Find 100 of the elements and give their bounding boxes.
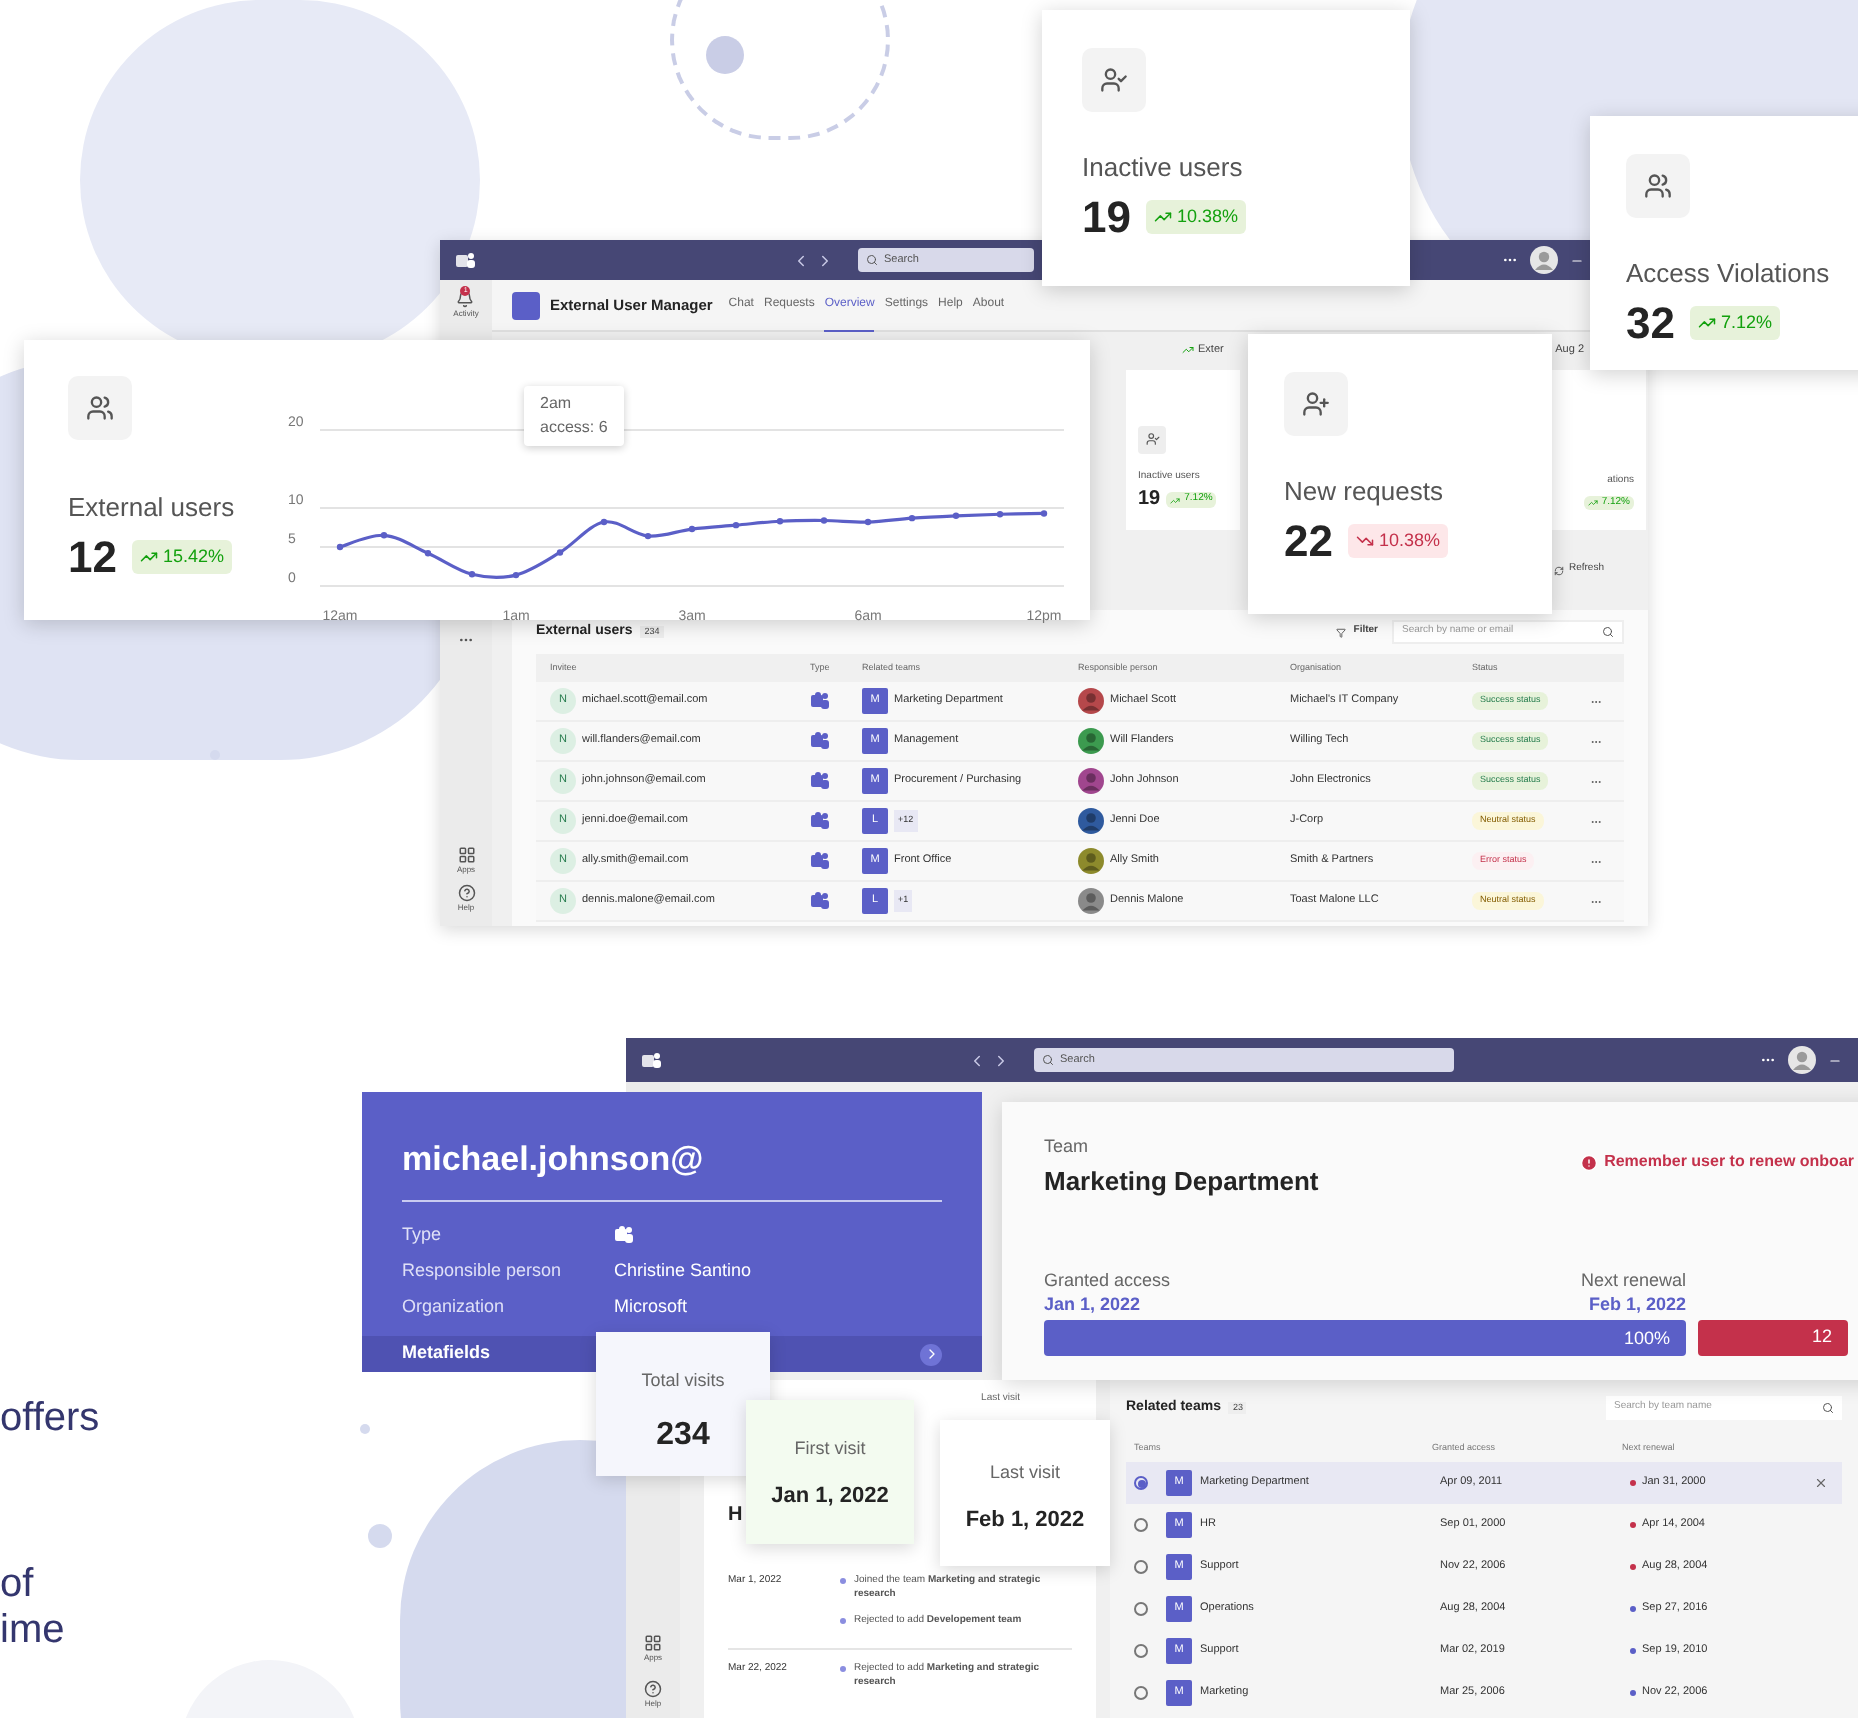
- granted-label: Granted access: [1044, 1268, 1171, 1292]
- radio-button[interactable]: [1134, 1686, 1148, 1700]
- trend-up-icon: [1154, 208, 1173, 226]
- apps-icon: [644, 1634, 662, 1652]
- field-label: Type: [402, 1221, 444, 1248]
- history-heading: H: [728, 1502, 743, 1530]
- visit-label: First visit: [794, 1436, 866, 1462]
- forward-icon[interactable]: [816, 251, 834, 269]
- card-label: Inactive users: [1082, 150, 1245, 186]
- help-icon: [457, 884, 475, 902]
- visit-label: Total visits: [641, 1368, 725, 1394]
- marketing-text: of: [0, 1562, 36, 1608]
- card-value: 12: [68, 535, 117, 579]
- people-icon: [810, 772, 830, 790]
- data-point: [820, 517, 828, 524]
- field-value: Christine Santino: [614, 1257, 752, 1284]
- card-label: New requests: [1284, 474, 1445, 510]
- search-icon: [1042, 1054, 1054, 1066]
- renewal-date: Feb 1, 2022: [1588, 1292, 1686, 1316]
- radio-button[interactable]: [1134, 1560, 1148, 1574]
- trend-up-icon: [1698, 314, 1717, 332]
- app-logo-icon: [642, 1051, 662, 1069]
- data-point: [732, 521, 740, 529]
- people-icon: [810, 892, 830, 910]
- people-icon: [810, 732, 830, 750]
- card-value: 22: [1284, 519, 1333, 563]
- marketing-text: ime: [0, 1608, 67, 1654]
- people-icon: [614, 1226, 634, 1244]
- trend-badge: 10.38%: [1146, 199, 1247, 235]
- user-avatar-icon[interactable]: [1788, 1046, 1816, 1074]
- trend-badge: 15.42%: [132, 539, 233, 575]
- data-point: [952, 512, 960, 519]
- marketing-text: offers: [0, 1396, 100, 1442]
- radio-button[interactable]: [1134, 1518, 1148, 1532]
- radio-button[interactable]: [1134, 1602, 1148, 1616]
- back-icon[interactable]: [792, 251, 810, 269]
- visit-label: Last visit: [989, 1460, 1060, 1486]
- profile-title: michael.johnson@: [402, 1138, 706, 1182]
- people-icon: [1644, 172, 1672, 200]
- user-check-icon: [1100, 66, 1128, 94]
- team-title: Marketing Department: [1044, 1163, 1319, 1200]
- trend-up-icon: [140, 548, 159, 566]
- granted-date: Jan 1, 2022: [1044, 1292, 1143, 1316]
- data-point: [512, 571, 520, 579]
- card-label: External users: [68, 490, 237, 526]
- people-icon: [86, 394, 114, 422]
- tooltip-text: access: 6: [540, 416, 608, 440]
- close-icon[interactable]: [1814, 1476, 1828, 1490]
- trend-up-icon: [1587, 497, 1598, 508]
- progress-reading: 100%: [1623, 1326, 1670, 1352]
- alert-text: Remember user to renew onboar: [1604, 1150, 1854, 1174]
- app-icon: [512, 291, 540, 319]
- people-icon: [810, 812, 830, 830]
- card-label: Access Violations: [1626, 256, 1830, 292]
- chevron-icon: [920, 1343, 942, 1365]
- team-caption: Team: [1044, 1134, 1091, 1160]
- field-value: Microsoft: [614, 1293, 688, 1320]
- user-check-icon: [1145, 432, 1159, 446]
- trend-badge: 10.38%: [1348, 523, 1449, 559]
- search-icon: [866, 254, 878, 266]
- user-plus-icon: [1302, 390, 1330, 418]
- visit-value: 234: [656, 1415, 710, 1455]
- field-label: Organization: [402, 1293, 507, 1320]
- tooltip-title: 2am: [540, 392, 574, 416]
- search-icon: [1822, 1402, 1834, 1414]
- forward-icon[interactable]: [992, 1051, 1010, 1069]
- trend-up-icon: [1170, 495, 1181, 505]
- app-logo-icon: [456, 251, 476, 269]
- user-avatar-icon[interactable]: [1530, 246, 1558, 274]
- search-icon: [1602, 626, 1614, 638]
- field-label: Responsible person: [402, 1257, 564, 1284]
- apps-icon: [457, 846, 475, 864]
- radio-button[interactable]: [1134, 1476, 1148, 1490]
- mini-card-value: 19: [1138, 490, 1161, 510]
- data-point: [468, 571, 476, 578]
- data-point: [644, 532, 652, 540]
- data-point: [864, 518, 872, 526]
- people-icon: [810, 692, 830, 710]
- card-value: 19: [1082, 195, 1131, 239]
- data-point: [996, 511, 1004, 518]
- bell-icon: [456, 290, 475, 308]
- alert-icon: [1580, 1153, 1599, 1171]
- trend-badge: 7.12%: [1690, 305, 1781, 341]
- visit-value: Feb 1, 2022: [965, 1505, 1085, 1535]
- trend-down-icon: [1356, 532, 1375, 550]
- back-icon[interactable]: [968, 1051, 986, 1069]
- overdue-bar: 12: [1698, 1320, 1848, 1356]
- data-point: [1040, 510, 1048, 517]
- refresh-icon: [1554, 565, 1565, 575]
- data-point: [776, 518, 784, 525]
- radio-button[interactable]: [1134, 1644, 1148, 1658]
- data-point: [600, 518, 608, 526]
- data-point: [424, 550, 432, 557]
- visit-value: Jan 1, 2022: [771, 1481, 889, 1511]
- data-point: [908, 514, 916, 522]
- help-icon: [644, 1680, 662, 1698]
- data-point: [688, 525, 696, 533]
- trend-up-icon: [1182, 344, 1194, 356]
- renewal-label: Next renewal: [1580, 1268, 1686, 1292]
- people-icon: [810, 852, 830, 870]
